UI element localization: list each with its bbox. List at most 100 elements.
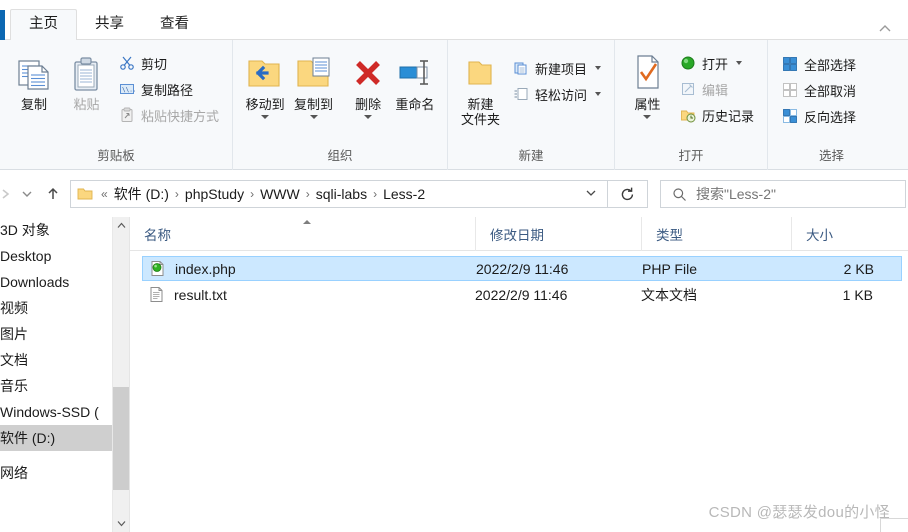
tab-view[interactable]: 查看 [142, 10, 207, 40]
move-to-button[interactable]: 移动到 [242, 48, 288, 119]
ribbon: 复制 粘贴 剪切 \\. 复制路径 粘贴快捷方式 剪贴板 移动到 复制到 删除 … [0, 40, 908, 170]
sidebar-item-label: 软件 (D:) [0, 430, 56, 446]
recent-locations-button[interactable] [14, 179, 40, 209]
chevron-down-icon[interactable] [643, 115, 652, 119]
select-none-button[interactable]: 全部取消 [777, 78, 860, 102]
delete-button-label: 删除 [355, 97, 382, 112]
sidebar-item-desktop[interactable]: Desktop [0, 243, 124, 269]
history-button[interactable]: 历史记录 [675, 103, 758, 127]
chevron-down-icon [586, 190, 596, 196]
chevron-down-icon[interactable] [364, 115, 373, 119]
sidebar-item-network[interactable]: 网络 [0, 460, 124, 486]
up-button[interactable] [40, 179, 66, 209]
sidebar-item-label: 音乐 [0, 378, 28, 394]
ribbon-group-select-label: 选择 [818, 149, 844, 163]
rename-icon [395, 50, 435, 96]
chevron-down-icon[interactable] [595, 66, 601, 70]
column-header-size[interactable]: 大小 [791, 216, 901, 251]
navigation-scrollbar[interactable] [112, 217, 129, 532]
breadcrumb-item-1[interactable]: phpStudy [182, 186, 247, 202]
sidebar-item-label: 文档 [0, 352, 28, 368]
scrollbar-thumb[interactable] [113, 387, 129, 490]
copy-button-label: 复制 [20, 97, 47, 112]
file-date-cell: 2022/2/9 11:46 [476, 260, 569, 277]
paste-button[interactable]: 粘贴 [63, 48, 110, 112]
chevron-down-icon[interactable] [736, 61, 742, 65]
breadcrumb-overflow[interactable]: « [98, 187, 111, 201]
scroll-up-button[interactable] [113, 217, 129, 234]
move-to-folder-icon [245, 50, 285, 96]
chevron-down-icon[interactable] [595, 92, 601, 96]
new-folder-button[interactable]: 新建 文件夹 [457, 48, 504, 127]
address-dropdown-button[interactable] [575, 186, 607, 203]
tab-share[interactable]: 共享 [77, 10, 142, 40]
copy-path-button[interactable]: \\.. 复制路径 [114, 77, 223, 101]
ribbon-group-organize: 移动到 复制到 删除 重命名 组织 [232, 40, 447, 170]
file-name-cell: result.txt [148, 286, 475, 303]
address-bar[interactable]: « 软件 (D:) › phpStudy › WWW › sqli-labs ›… [70, 180, 608, 208]
php-file-icon [149, 260, 166, 277]
rename-button[interactable]: 重命名 [392, 48, 438, 112]
history-button-label: 历史记录 [701, 108, 754, 124]
new-folder-button-label-line1: 新建 [467, 97, 494, 112]
refresh-icon [621, 187, 634, 200]
new-item-button[interactable]: 新建项目 [508, 56, 605, 80]
paste-shortcut-button[interactable]: 粘贴快捷方式 [114, 103, 223, 127]
cut-button[interactable]: 剪切 [114, 51, 223, 75]
sidebar-item-music[interactable]: 音乐 [0, 373, 124, 399]
file-size-cell: 1 KB [842, 286, 873, 303]
easy-access-button[interactable]: 轻松访问 [508, 82, 605, 106]
sidebar-item-label: 网络 [0, 465, 28, 481]
edit-button[interactable]: 编辑 [675, 77, 758, 101]
column-header-date[interactable]: 修改日期 [475, 216, 641, 251]
breadcrumb-item-4[interactable]: Less-2 [380, 186, 428, 202]
column-header-size-label: 大小 [806, 227, 833, 243]
select-all-icon [781, 55, 799, 73]
history-icon [679, 106, 697, 124]
column-header-name[interactable]: 名称 [130, 217, 475, 251]
sidebar-item-pictures[interactable]: 图片 [0, 321, 124, 347]
sidebar-item-software-d[interactable]: 软件 (D:) [0, 425, 124, 451]
column-header-type[interactable]: 类型 [641, 216, 791, 251]
column-header-date-label: 修改日期 [490, 227, 544, 243]
scroll-down-button[interactable] [113, 515, 129, 532]
properties-button[interactable]: 属性 [624, 48, 671, 119]
folder-icon [77, 187, 93, 201]
paste-shortcut-icon [118, 106, 136, 124]
copy-button[interactable]: 复制 [9, 48, 59, 112]
search-input[interactable]: 搜索"Less-2" [696, 184, 776, 204]
chevron-up-icon[interactable] [876, 20, 894, 38]
sidebar-item-windows-ssd[interactable]: Windows-SSD ( [0, 399, 124, 425]
chevron-down-icon[interactable] [261, 115, 270, 119]
copy-to-button[interactable]: 复制到 [290, 48, 336, 119]
file-menu-tab[interactable] [0, 10, 5, 40]
sort-ascending-icon [302, 219, 311, 224]
main-area: 3D 对象 Desktop Downloads 视频 图片 文档 音乐 Wind… [0, 216, 908, 532]
sidebar-item-videos[interactable]: 视频 [0, 295, 124, 321]
open-button[interactable]: 打开 [675, 51, 758, 75]
table-row[interactable]: result.txt 2022/2/9 11:46 文本文档 1 KB [142, 283, 902, 306]
breadcrumb-separator: › [305, 187, 310, 201]
delete-button[interactable]: 删除 [347, 48, 390, 119]
table-row[interactable]: index.php 2022/2/9 11:46 PHP File 2 KB [142, 256, 902, 281]
breadcrumb-item-3[interactable]: sqli-labs [313, 186, 370, 202]
file-explorer-window: 主页 共享 查看 复制 粘贴 剪切 \\. 复制路径 粘贴快捷方式 剪贴板 移动… [0, 0, 908, 532]
chevron-down-icon [22, 191, 32, 197]
ribbon-group-select: 全部选择 全部取消 反向选择 选择 [767, 40, 895, 170]
sidebar-item-downloads[interactable]: Downloads [0, 269, 124, 295]
search-box[interactable]: 搜索"Less-2" [660, 180, 906, 208]
sidebar-item-3d-objects[interactable]: 3D 对象 [0, 217, 124, 243]
invert-selection-button[interactable]: 反向选择 [777, 104, 860, 128]
refresh-button[interactable] [608, 180, 648, 208]
navigation-list: 3D 对象 Desktop Downloads 视频 图片 文档 音乐 Wind… [0, 217, 124, 486]
ribbon-group-open: 属性 打开 编辑 历史记录 打开 [614, 40, 767, 170]
breadcrumb-item-0[interactable]: 软件 (D:) [111, 184, 172, 204]
sidebar-item-label: 视频 [0, 300, 28, 316]
sidebar-item-documents[interactable]: 文档 [0, 347, 124, 373]
breadcrumb-item-2[interactable]: WWW [257, 186, 303, 202]
paste-button-label: 粘贴 [73, 97, 100, 112]
select-all-button[interactable]: 全部选择 [777, 52, 860, 76]
tab-home[interactable]: 主页 [10, 9, 77, 41]
back-button[interactable] [0, 179, 14, 209]
chevron-down-icon[interactable] [309, 115, 318, 119]
